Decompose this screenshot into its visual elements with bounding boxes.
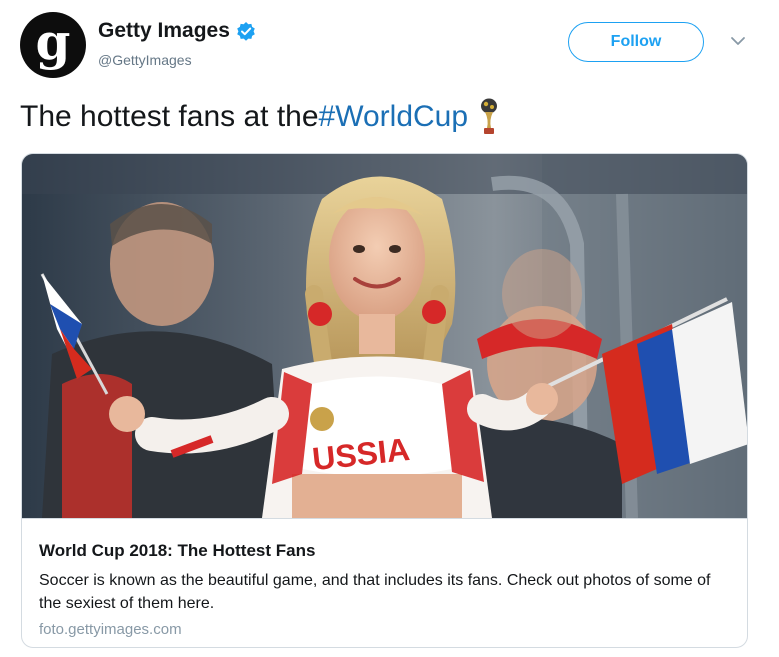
link-card[interactable]: USSIA World Cup 2018: The Hottest Fans S… <box>21 153 748 648</box>
card-meta: World Cup 2018: The Hottest Fans Soccer … <box>22 518 747 647</box>
tweet-body: The hottest fans at the <box>20 100 319 133</box>
account-name-row: Getty Images <box>98 19 256 43</box>
hashtag-link[interactable]: #WorldCup <box>319 100 469 134</box>
verified-badge-icon <box>237 22 255 41</box>
avatar[interactable]: g <box>20 12 86 78</box>
tweet-header: g Getty Images @GettyImages Follow <box>0 0 779 90</box>
chevron-down-icon[interactable] <box>730 34 746 48</box>
display-name[interactable]: Getty Images <box>98 19 230 43</box>
world-cup-trophy-icon <box>481 98 498 134</box>
card-title: World Cup 2018: The Hottest Fans <box>39 541 316 560</box>
card-description: Soccer is known as the beautiful game, a… <box>39 572 711 612</box>
follow-button[interactable]: Follow <box>568 22 704 62</box>
card-domain: foto.gettyimages.com <box>39 621 182 638</box>
card-photo[interactable]: USSIA <box>22 154 748 518</box>
account-handle[interactable]: @GettyImages <box>98 52 192 68</box>
tweet-text: The hottest fans at the #WorldCup <box>20 98 500 136</box>
